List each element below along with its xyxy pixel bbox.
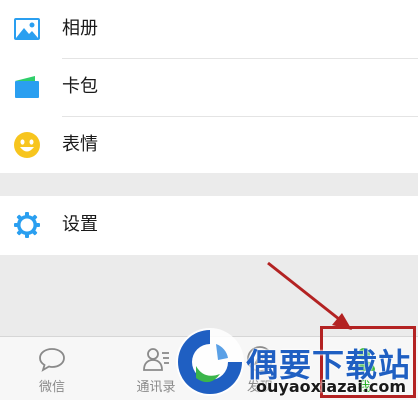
menu-item-emoji-label: 表情 <box>62 134 98 155</box>
menu-item-album-label: 相册 <box>62 18 98 39</box>
card-pack-icon <box>13 73 41 101</box>
menu-group-settings: 设置 <box>0 196 418 255</box>
photo-album-icon <box>13 15 41 43</box>
menu-item-emoji[interactable]: 表情 <box>0 116 418 174</box>
annotation-arrow <box>267 261 352 330</box>
tab-chats-label: 微信 <box>38 380 65 395</box>
watermark-url: ouyaoxiazai.com <box>256 377 407 396</box>
menu-item-card-pack[interactable]: 卡包 <box>0 58 418 116</box>
watermark-logo-icon <box>176 328 244 396</box>
contacts-icon <box>142 345 170 373</box>
settings-gear-icon <box>13 211 41 239</box>
menu-item-settings[interactable]: 设置 <box>0 196 418 254</box>
chat-bubble-icon <box>38 345 66 373</box>
emoji-icon <box>13 131 41 159</box>
menu-group-top: 相册 卡包 表情 <box>0 0 418 173</box>
menu-item-card-pack-label: 卡包 <box>62 76 98 97</box>
menu-item-album[interactable]: 相册 <box>0 0 418 58</box>
tab-chats[interactable]: 微信 <box>0 337 104 400</box>
menu-item-settings-label: 设置 <box>62 214 98 235</box>
